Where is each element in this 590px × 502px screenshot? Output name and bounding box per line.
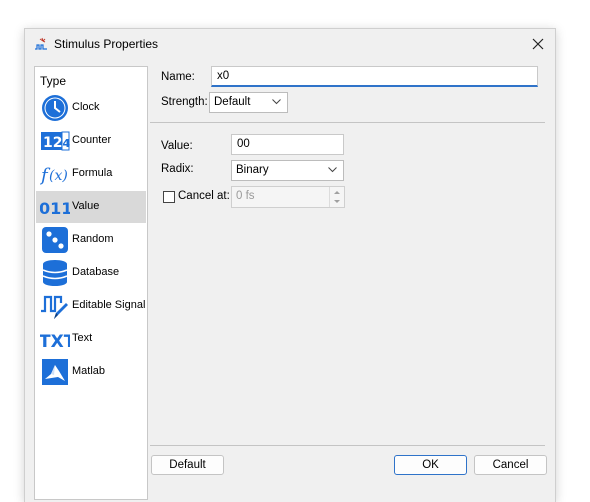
strength-label: Strength:	[161, 96, 208, 108]
svg-text:4: 4	[63, 137, 71, 150]
dice-icon	[42, 227, 68, 253]
svg-text:(x): (x)	[49, 168, 68, 184]
default-button[interactable]: Default	[151, 455, 224, 475]
type-item-counter[interactable]: 123 4 Counter	[36, 125, 146, 157]
value-input[interactable]: 00	[231, 134, 344, 155]
spin-up-down-icon	[334, 191, 340, 203]
type-item-label: Formula	[72, 167, 113, 179]
svg-text:011: 011	[40, 199, 70, 218]
type-item-database[interactable]: Database	[36, 257, 146, 289]
separator	[150, 122, 545, 123]
cancel-at-checkbox[interactable]	[163, 191, 175, 203]
type-heading: Type	[40, 74, 67, 88]
editable-signal-icon	[41, 295, 68, 319]
stimulus-app-icon	[35, 37, 47, 50]
svg-text:TXT: TXT	[40, 332, 70, 352]
type-item-random[interactable]: Random	[36, 224, 146, 256]
stimulus-properties-dialog: Stimulus Properties Type Clock 123 4 Cou…	[24, 28, 556, 502]
type-item-editable-signal[interactable]: Editable Signal	[36, 290, 146, 322]
separator	[150, 445, 545, 446]
formula-icon: f (x)	[40, 165, 68, 186]
cancel-at-spinbox: 0 fs	[231, 186, 345, 208]
window-title: Stimulus Properties	[54, 37, 159, 51]
spin-arrows	[329, 187, 344, 207]
radix-value: Binary	[236, 164, 269, 176]
strength-value: Default	[214, 96, 251, 108]
cancel-at-value: 0 fs	[236, 190, 255, 202]
type-item-label: Clock	[72, 101, 100, 113]
type-item-clock[interactable]: Clock	[36, 92, 146, 124]
type-item-formula[interactable]: f (x) Formula	[36, 158, 146, 190]
cancel-button[interactable]: Cancel	[474, 455, 547, 475]
type-item-label: Editable Signal	[72, 299, 146, 311]
chevron-down-icon	[328, 167, 337, 173]
type-item-label: Counter	[72, 134, 112, 146]
close-icon	[532, 38, 544, 50]
type-list: Type Clock 123 4 Counter f (x) Formula 0…	[34, 66, 148, 500]
cancel-at-label: Cancel at:	[178, 190, 230, 202]
name-input[interactable]: x0	[211, 66, 538, 87]
radix-dropdown[interactable]: Binary	[231, 160, 344, 181]
radix-label: Radix:	[161, 163, 194, 175]
database-icon	[42, 260, 68, 286]
value-icon: 011	[40, 199, 70, 218]
type-item-text[interactable]: TXT Text	[36, 323, 146, 355]
close-button[interactable]	[527, 33, 549, 55]
name-label: Name:	[161, 71, 195, 83]
clock-icon	[42, 95, 68, 121]
strength-dropdown[interactable]: Default	[209, 92, 288, 113]
counter-icon: 123 4	[41, 131, 71, 151]
type-item-label: Value	[72, 200, 100, 212]
type-item-label: Database	[72, 266, 120, 278]
ok-button[interactable]: OK	[394, 455, 467, 475]
background	[0, 0, 590, 10]
type-item-value[interactable]: 011 Value	[36, 191, 146, 223]
text-icon: TXT	[40, 332, 70, 352]
value-label: Value:	[161, 140, 193, 152]
type-item-matlab[interactable]: Matlab	[36, 356, 146, 388]
type-item-label: Random	[72, 233, 114, 245]
type-item-label: Matlab	[72, 365, 106, 377]
chevron-down-icon	[272, 99, 281, 105]
matlab-icon	[42, 359, 68, 385]
title-bar: Stimulus Properties	[25, 29, 555, 59]
type-item-label: Text	[72, 332, 93, 344]
